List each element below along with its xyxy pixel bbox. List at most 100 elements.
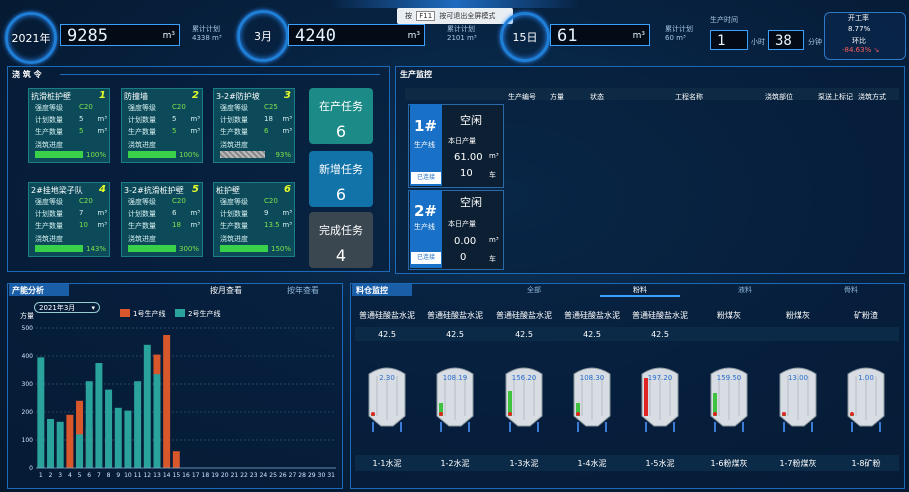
tank-value: 13.00 xyxy=(787,374,809,382)
line-1-volume: 61.00 xyxy=(454,152,483,163)
pour-order-card[interactable]: 2#挂地梁子队 4 强度等级 C20 计划数量 7 m³ 生产数量 10 m³ 浇筑进度 … xyxy=(28,182,110,257)
day-plan-label: 累计计划 xyxy=(665,25,693,33)
tab-by-year[interactable]: 按年查看 xyxy=(287,285,319,296)
prod-row: 生产数量 13.5 m³ xyxy=(220,221,292,231)
line-1-today-label: 本日产量 xyxy=(448,137,476,145)
pour-order-card[interactable]: 桩护壁 6 强度等级 C20 计划数量 9 m³ 生产数量 13.5 m³ 浇筑进度 15… xyxy=(213,182,295,257)
progress-bar xyxy=(35,151,83,158)
f11-key: F11 xyxy=(416,11,436,21)
silo-tank[interactable] xyxy=(842,362,890,432)
monitor-column-header: 状态 xyxy=(590,93,604,101)
tank-value: 108.19 xyxy=(442,374,468,382)
bar-line2 xyxy=(76,434,84,468)
prod-unit: m³ xyxy=(97,127,107,135)
silo-icon xyxy=(710,367,748,432)
bin-label: 1-1水泥 xyxy=(372,459,402,468)
tank-material-name: 普通硅酸盐水泥 xyxy=(564,311,620,320)
tank-material-name: 普通硅酸盐水泥 xyxy=(359,311,415,320)
task-new-label: 新增任务 xyxy=(319,163,363,176)
compare-value: -84.63% ↘ xyxy=(842,46,880,54)
prod-unit: m³ xyxy=(190,221,200,229)
silo-tank[interactable] xyxy=(705,362,753,432)
prod-value: 13.5 xyxy=(264,221,280,229)
line-1-volume-unit: m³ xyxy=(489,152,499,160)
operation-rate-value: 8.77% xyxy=(848,25,871,33)
plan-value: 5 xyxy=(79,115,84,123)
x-tick-label: 21 xyxy=(231,472,239,479)
y-tick-label: 400 xyxy=(22,353,34,360)
silo-tank[interactable] xyxy=(431,362,479,432)
pour-order-card[interactable]: 3-2#防护坡 3 强度等级 C25 计划数量 18 m³ 生产数量 6 m³ 浇筑进度 … xyxy=(213,88,295,163)
year-plan-value: 4338 m³ xyxy=(192,34,222,42)
line-2-trucks-unit: 车 xyxy=(489,255,496,263)
task-new[interactable]: 新增任务 6 xyxy=(309,151,373,207)
x-tick-label: 24 xyxy=(260,472,268,479)
monitor-column-header: 生产编号 xyxy=(508,93,536,101)
plan-unit: m³ xyxy=(190,209,200,217)
hours-box: 1 xyxy=(710,30,748,50)
progress-bar xyxy=(220,151,265,158)
fullscreen-hint-text: 按可退出全屏模式 xyxy=(439,12,496,20)
tab-all[interactable]: 全部 xyxy=(527,285,541,295)
prod-label: 生产数量 xyxy=(220,222,248,230)
bar-line2 xyxy=(47,419,54,468)
month-ring: 3月 xyxy=(237,10,289,62)
line-1-connected: 已连接 xyxy=(411,172,441,184)
tank-value: 156.20 xyxy=(511,374,537,382)
line-2-trucks: 0 xyxy=(460,252,467,263)
task-in-production[interactable]: 在产任务 6 xyxy=(309,88,373,144)
pour-order-card[interactable]: 3-2#抗滑桩护壁 5 强度等级 C20 计划数量 6 m³ 生产数量 18 m³ 浇筑进… xyxy=(121,182,203,257)
day-unit: m³ xyxy=(632,31,645,41)
x-tick-label: 28 xyxy=(298,472,306,479)
grade-label: 强度等级 xyxy=(35,104,63,112)
silo-tank[interactable] xyxy=(568,362,616,432)
progress-percent: 100% xyxy=(85,151,106,159)
plan-label: 计划数量 xyxy=(220,116,248,124)
tab-by-month[interactable]: 按月查看 xyxy=(210,285,242,296)
month-plan-value: 2101 m³ xyxy=(447,34,477,42)
x-tick-label: 2 xyxy=(49,472,53,479)
pour-order-card[interactable]: 防撞墙 2 强度等级 C20 计划数量 5 m³ 生产数量 5 m³ 浇筑进度 100% xyxy=(121,88,203,163)
tab-powder[interactable]: 粉料 xyxy=(633,285,647,295)
silo-tank[interactable] xyxy=(774,362,822,432)
year-value-box: 9285 m³ xyxy=(60,24,180,46)
silo-tank[interactable] xyxy=(636,362,684,432)
year-ring: 2021年 xyxy=(5,12,57,64)
task-completed[interactable]: 完成任务 4 xyxy=(309,212,373,268)
prod-value: 5 xyxy=(79,127,84,135)
task-in-production-label: 在产任务 xyxy=(319,100,363,113)
line-2-volume-unit: m³ xyxy=(489,236,499,244)
minutes-box: 38 xyxy=(768,30,804,50)
card-number: 3 xyxy=(284,90,291,101)
silo-tank[interactable] xyxy=(363,362,411,432)
line-2-id: 2# xyxy=(414,202,438,220)
card-name: 3-2#抗滑桩护壁 xyxy=(124,186,184,195)
bar-line1 xyxy=(172,451,180,468)
day-value-box: 61 m³ xyxy=(550,24,650,46)
pour-order-card[interactable]: 抗滑桩护壁 1 强度等级 C20 计划数量 5 m³ 生产数量 5 m³ 浇筑进度 100… xyxy=(28,88,110,163)
tab-liquid[interactable]: 液料 xyxy=(738,285,752,295)
x-tick-label: 30 xyxy=(318,472,326,479)
bin-label: 1-7粉煤灰 xyxy=(779,459,817,468)
fullscreen-hint: 按 F11 按可退出全屏模式 xyxy=(397,8,513,24)
prod-unit: m³ xyxy=(190,127,200,135)
progress-bar xyxy=(35,245,83,252)
pour-order-title-line xyxy=(60,74,380,75)
bin-label: 1-3水泥 xyxy=(509,459,539,468)
task-new-value: 6 xyxy=(335,185,347,204)
tab-aggregate[interactable]: 骨料 xyxy=(844,285,858,295)
progress-label: 浇筑进度 xyxy=(220,141,248,149)
silo-tank[interactable] xyxy=(500,362,548,432)
year-unit: m³ xyxy=(162,31,175,41)
x-tick-label: 18 xyxy=(202,472,210,479)
card-number: 4 xyxy=(99,184,106,195)
prod-unit: m³ xyxy=(97,221,107,229)
tank-grade: 42.5 xyxy=(515,330,533,339)
bar-line2 xyxy=(143,344,151,468)
prod-value: 6 xyxy=(264,127,269,135)
output-chart: 方量01002003004005001 2 3 4 5 6 7 8 9 10 11 12 13 14 15 1… xyxy=(20,309,336,479)
prod-row: 生产数量 18 m³ xyxy=(128,221,200,231)
x-tick-label: 19 xyxy=(211,472,219,479)
grade-label: 强度等级 xyxy=(128,198,156,206)
x-tick-label: 23 xyxy=(250,472,258,479)
